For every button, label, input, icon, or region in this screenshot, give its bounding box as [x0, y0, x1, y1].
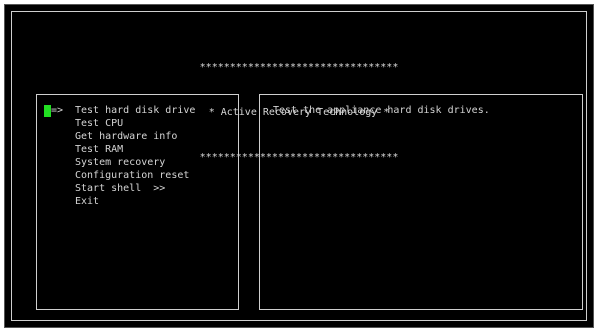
menu-item-test-hard-disk-drive[interactable]: => Test hard disk drive — [44, 104, 195, 117]
menu-item-exit[interactable]: Exit — [44, 195, 195, 208]
cursor-slot — [44, 118, 51, 130]
menu-item-label: Test CPU — [75, 118, 124, 129]
menu-item-label: System recovery — [75, 157, 166, 168]
outer-frame: ********************************* * Acti… — [11, 11, 587, 321]
menu-item-system-recovery[interactable]: System recovery — [44, 156, 195, 169]
banner-top-rule: ********************************* — [199, 62, 399, 73]
cursor-slot — [44, 183, 51, 195]
menu-list: => Test hard disk drive Test CPU Get har… — [44, 104, 195, 208]
menu-item-label: Test hard disk drive — [75, 105, 196, 116]
menu-item-label: Test RAM — [75, 144, 124, 155]
menu-item-label: Get hardware info — [75, 131, 178, 142]
menu-item-start-shell[interactable]: Start shell >> — [44, 182, 195, 195]
cursor-slot — [44, 157, 51, 169]
text-cursor — [44, 104, 51, 117]
cursor-slot — [44, 144, 51, 156]
cursor-slot — [44, 170, 51, 182]
description-text: Test the appliance hard disk drives. — [273, 105, 490, 116]
menu-item-get-hardware-info[interactable]: Get hardware info — [44, 130, 195, 143]
description-panel: Test the appliance hard disk drives. — [259, 94, 583, 310]
cursor-slot — [44, 196, 51, 208]
menu-item-test-cpu[interactable]: Test CPU — [44, 117, 195, 130]
menu-item-label: Exit — [75, 196, 100, 207]
terminal-screen: ********************************* * Acti… — [4, 4, 594, 328]
cursor-slot — [44, 131, 51, 143]
menu-item-configuration-reset[interactable]: Configuration reset — [44, 169, 195, 182]
menu-panel: => Test hard disk drive Test CPU Get har… — [36, 94, 239, 310]
selection-arrow: => — [51, 105, 64, 116]
menu-item-test-ram[interactable]: Test RAM — [44, 143, 195, 156]
menu-item-label: Configuration reset — [75, 170, 190, 181]
menu-item-label: Start shell >> — [75, 183, 166, 194]
